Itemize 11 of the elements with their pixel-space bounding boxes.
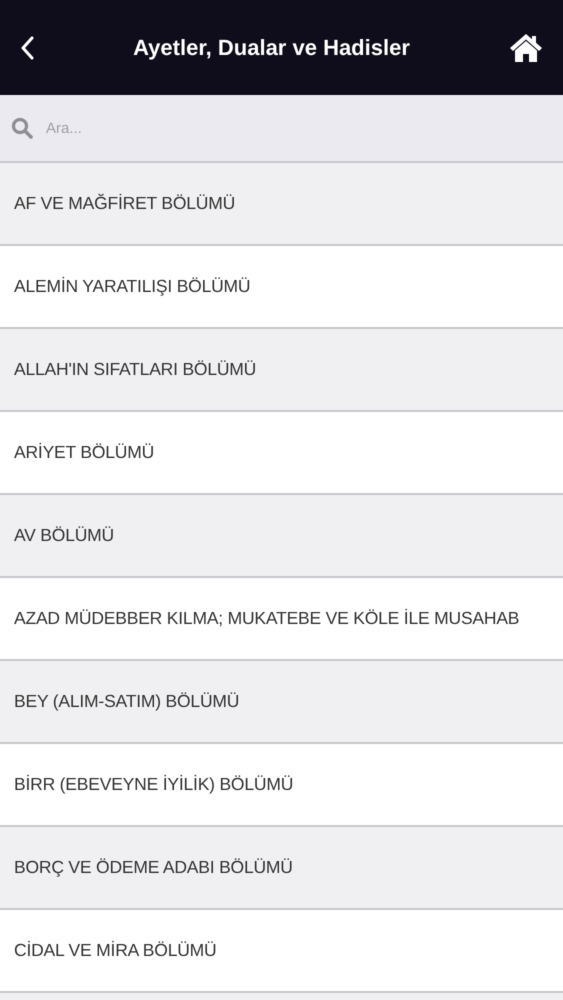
search-icon [10, 116, 34, 140]
list-item[interactable]: CİDAL VE MİRA BÖLÜMÜ [0, 910, 563, 993]
search-bar[interactable]: Ara... [0, 95, 563, 163]
list-item[interactable]: ARİYET BÖLÜMÜ [0, 412, 563, 495]
list-item[interactable]: AZAD MÜDEBBER KILMA; MUKATEBE VE KÖLE İLE MUSAHAB [0, 578, 563, 661]
list-item[interactable]: BİRR (EBEVEYNE İYİLİK) BÖLÜMÜ [0, 744, 563, 827]
list-item[interactable]: ALEMİN YARATILIŞI BÖLÜMÜ [0, 246, 563, 329]
home-icon [509, 32, 543, 62]
page-title: Ayetler, Dualar ve Hadisler [133, 34, 410, 60]
search-field[interactable]: Ara... [44, 118, 553, 138]
back-icon [20, 36, 34, 60]
